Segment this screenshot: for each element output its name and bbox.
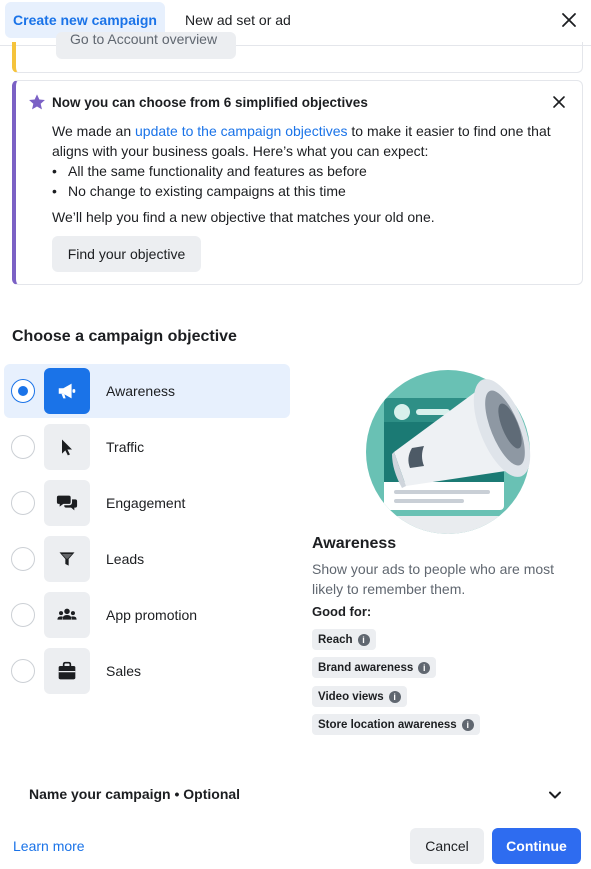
objective-icon-box bbox=[44, 648, 90, 694]
objective-app-promotion[interactable]: App promotion bbox=[4, 588, 290, 642]
megaphone-icon bbox=[58, 383, 76, 399]
objective-description-text: Show your ads to people who are most lik… bbox=[312, 561, 555, 597]
objective-label: Traffic bbox=[106, 439, 145, 455]
radio-button[interactable] bbox=[11, 603, 35, 627]
account-notice-card: Go to Account overview bbox=[12, 32, 583, 73]
name-campaign-toggle[interactable]: Name your campaign • Optional bbox=[29, 786, 240, 802]
radio-button[interactable] bbox=[11, 491, 35, 515]
cancel-button[interactable]: Cancel bbox=[410, 828, 484, 864]
good-for-chip-store-location-awareness: Store location awareness i bbox=[312, 714, 480, 735]
cursor-icon bbox=[62, 439, 72, 456]
good-for-chip-reach: Reach i bbox=[312, 629, 376, 650]
notice-bullet-list: • All the same functionality and features… bbox=[52, 161, 367, 201]
objective-awareness[interactable]: Awareness bbox=[4, 364, 290, 418]
objective-icon-box bbox=[44, 592, 90, 638]
go-to-account-overview-button[interactable]: Go to Account overview bbox=[56, 32, 236, 59]
info-icon[interactable]: i bbox=[357, 633, 370, 646]
objective-label: Sales bbox=[106, 663, 142, 679]
close-icon[interactable] bbox=[552, 95, 566, 109]
chip-label: Reach bbox=[318, 633, 353, 646]
shopping-bag-icon bbox=[58, 661, 76, 680]
info-icon[interactable]: i bbox=[461, 718, 474, 731]
info-icon[interactable]: i bbox=[418, 661, 431, 674]
radio-button[interactable] bbox=[11, 659, 35, 683]
objective-label: Awareness bbox=[106, 383, 176, 399]
learn-more-link[interactable]: Learn more bbox=[13, 838, 85, 854]
objective-engagement[interactable]: Engagement bbox=[4, 476, 290, 530]
list-item: • All the same functionality and features… bbox=[52, 163, 367, 179]
notice-body-prefix: We made an bbox=[52, 123, 136, 139]
continue-button[interactable]: Continue bbox=[492, 828, 581, 864]
find-your-objective-button[interactable]: Find your objective bbox=[52, 236, 201, 272]
star-icon bbox=[29, 94, 45, 110]
funnel-icon bbox=[59, 552, 75, 566]
section-title: Choose a campaign objective bbox=[12, 328, 237, 345]
objectives-notice-card: Now you can choose from 6 simplified obj… bbox=[12, 80, 583, 285]
close-icon[interactable] bbox=[560, 11, 578, 29]
chip-label: Brand awareness bbox=[318, 661, 414, 674]
info-icon[interactable]: i bbox=[388, 690, 401, 703]
objective-icon-box bbox=[44, 480, 90, 526]
objective-icon-box bbox=[44, 424, 90, 470]
radio-button[interactable] bbox=[11, 547, 35, 571]
objective-icon-box bbox=[44, 368, 90, 414]
chip-label: Video views bbox=[318, 690, 384, 703]
good-for-chip-brand-awareness: Brand awareness i bbox=[312, 657, 437, 678]
objective-sales[interactable]: Sales bbox=[4, 644, 290, 698]
chat-bubbles-icon bbox=[56, 495, 78, 511]
notice-title: Now you can choose from 6 simplified obj… bbox=[52, 95, 368, 110]
bullet-text: No change to existing campaigns at this … bbox=[68, 183, 346, 199]
bullet-text: All the same functionality and features … bbox=[68, 163, 367, 179]
radio-button[interactable] bbox=[11, 379, 35, 403]
awareness-megaphone-illustration bbox=[366, 370, 531, 534]
notice-body: We made an update to the campaign object… bbox=[52, 121, 562, 161]
objective-traffic[interactable]: Traffic bbox=[4, 420, 290, 474]
chip-label: Store location awareness bbox=[318, 718, 457, 731]
objective-label: Leads bbox=[106, 551, 145, 567]
good-for-chip-video-views: Video views i bbox=[312, 686, 407, 707]
radio-button[interactable] bbox=[11, 435, 35, 459]
good-for-label: Good for: bbox=[312, 604, 372, 619]
update-objectives-link[interactable]: update to the campaign objectives bbox=[135, 123, 347, 139]
notice-help-text: We’ll help you find a new objective that… bbox=[52, 209, 435, 225]
objective-description-title: Awareness bbox=[312, 535, 397, 552]
objective-leads[interactable]: Leads bbox=[4, 532, 290, 586]
chevron-down-icon[interactable] bbox=[547, 787, 563, 803]
objective-icon-box bbox=[44, 536, 90, 582]
objective-label: App promotion bbox=[106, 607, 198, 623]
list-item: • No change to existing campaigns at this… bbox=[52, 183, 346, 199]
objective-label: Engagement bbox=[106, 495, 186, 511]
go-to-account-overview-label: Go to Account overview bbox=[70, 32, 218, 47]
people-icon bbox=[57, 608, 77, 620]
